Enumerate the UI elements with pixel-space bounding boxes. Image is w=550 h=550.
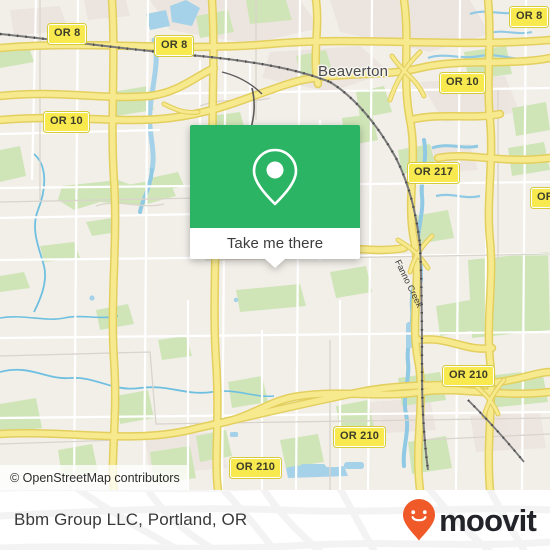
take-me-there-button[interactable]: Take me there	[190, 228, 360, 268]
road-shield[interactable]: OR 8	[153, 35, 195, 57]
moovit-wordmark: moovit	[439, 502, 537, 538]
road-shield[interactable]: OR 8	[46, 23, 88, 45]
map-screenshot: Beaverton Fanno Creek OR 8 OR 8 OR 8 OR …	[0, 0, 550, 550]
road-shield[interactable]: OR	[530, 187, 550, 209]
moovit-smiley-pin-icon	[403, 499, 436, 541]
road-shield[interactable]: OR 10	[439, 72, 486, 94]
map-pin-icon	[252, 148, 298, 205]
attribution-text: © OpenStreetMap contributors	[10, 470, 180, 485]
popup-card-tail	[265, 259, 285, 268]
road-shield[interactable]: OR 210	[441, 365, 496, 387]
road-shield[interactable]: OR 210	[332, 426, 387, 448]
footer-bar: Bbm Group LLC, Portland, OR moovit	[0, 490, 550, 550]
place-title: Bbm Group LLC, Portland, OR	[14, 510, 248, 529]
location-popup-card[interactable]: Take me there	[190, 125, 360, 268]
map-canvas[interactable]: Beaverton Fanno Creek OR 8 OR 8 OR 8 OR …	[0, 0, 550, 490]
popup-card-header	[190, 125, 360, 228]
moovit-brand[interactable]: moovit	[402, 498, 537, 542]
road-shield[interactable]: OR 210	[228, 457, 283, 479]
road-shield[interactable]: OR 217	[406, 162, 461, 184]
road-shield[interactable]: OR 8	[508, 6, 550, 28]
road-shield[interactable]: OR 10	[43, 111, 90, 133]
map-attribution[interactable]: © OpenStreetMap contributors	[0, 465, 188, 490]
take-me-there-label: Take me there	[226, 235, 324, 252]
